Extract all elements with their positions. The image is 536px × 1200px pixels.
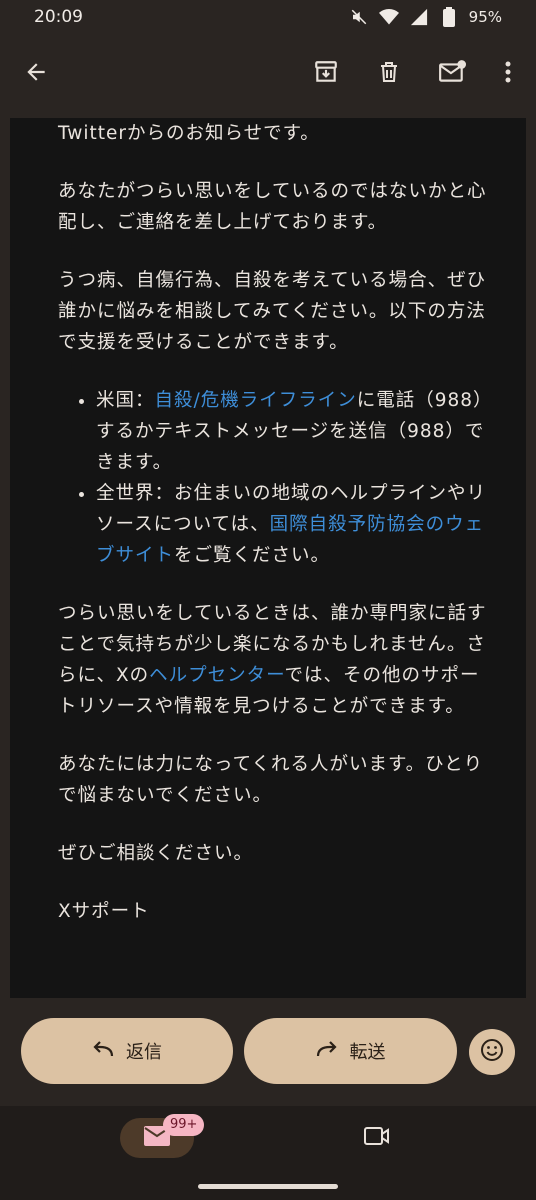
mark-unread-button[interactable]	[430, 52, 474, 96]
reply-label: 返信	[126, 1042, 162, 1063]
forward-icon	[316, 1040, 338, 1063]
email-signature: Xサポート	[58, 901, 150, 922]
email-paragraph: ぜひご相談ください。	[58, 843, 254, 864]
status-bar: 20:09 95%	[0, 0, 536, 34]
email-card: Twitterからのお知らせです。 あなたがつらい思いをしているのではないかと心…	[10, 118, 526, 998]
support-list: 米国：自殺/危機ライフラインに電話（988）するかテキストメッセージを送信（98…	[58, 385, 488, 571]
battery-percent: 95%	[468, 8, 502, 26]
nav-meet-tab[interactable]	[355, 1118, 399, 1158]
smiley-icon	[480, 1038, 504, 1066]
reply-button[interactable]: 返信	[21, 1018, 233, 1084]
list-item-prefix: 米国：	[96, 390, 155, 411]
bottom-navigation: 99+	[0, 1106, 536, 1200]
home-indicator[interactable]	[198, 1184, 338, 1189]
email-toolbar	[0, 40, 536, 108]
delete-icon	[377, 59, 401, 89]
email-paragraph: あなたがつらい思いをしているのではないかと心配し、ご連絡を差し上げております。	[58, 181, 487, 233]
list-item-worldwide: 全世界：お住まいの地域のヘルプラインやリソースについては、国際自殺予防協会のウェ…	[96, 478, 488, 571]
status-icons: 95%	[349, 7, 502, 27]
back-arrow-icon	[23, 59, 49, 89]
forward-label: 転送	[349, 1042, 386, 1063]
list-item-suffix: をご覧ください。	[174, 545, 331, 566]
video-camera-icon	[364, 1126, 390, 1150]
email-paragraph: Twitterからのお知らせです。	[58, 123, 320, 144]
email-body: Twitterからのお知らせです。 あなたがつらい思いをしているのではないかと心…	[58, 118, 488, 954]
back-button[interactable]	[14, 52, 58, 96]
email-paragraph: あなたには力になってくれる人がいます。ひとりで悩まないでください。	[58, 754, 484, 806]
delete-button[interactable]	[367, 52, 411, 96]
emoji-reaction-button[interactable]	[469, 1029, 515, 1075]
mark-unread-icon	[438, 59, 466, 89]
email-paragraph: つらい思いをしているときは、誰か専門家に話すことで気持ちが少し楽になるかもしれま…	[58, 598, 488, 722]
more-vert-icon	[504, 60, 512, 88]
lifeline-link[interactable]: 自殺/危機ライフライン	[155, 390, 357, 411]
archive-icon	[313, 59, 339, 89]
more-options-button[interactable]	[486, 52, 530, 96]
list-item-us: 米国：自殺/危機ライフラインに電話（988）するかテキストメッセージを送信（98…	[96, 385, 488, 478]
status-time: 20:09	[34, 7, 83, 27]
help-center-link[interactable]: ヘルプセンター	[149, 665, 284, 686]
reply-icon	[92, 1040, 114, 1063]
signal-icon	[409, 7, 429, 27]
battery-icon	[439, 7, 459, 27]
mute-icon	[349, 7, 369, 27]
archive-button[interactable]	[304, 52, 348, 96]
email-paragraph: うつ病、自傷行為、自殺を考えている場合、ぜひ誰かに悩みを相談してみてください。以…	[58, 270, 487, 353]
wifi-icon	[378, 7, 399, 27]
unread-count-badge: 99+	[163, 1114, 205, 1136]
action-bar: 返信 転送	[0, 1018, 536, 1086]
forward-button[interactable]: 転送	[244, 1018, 457, 1084]
